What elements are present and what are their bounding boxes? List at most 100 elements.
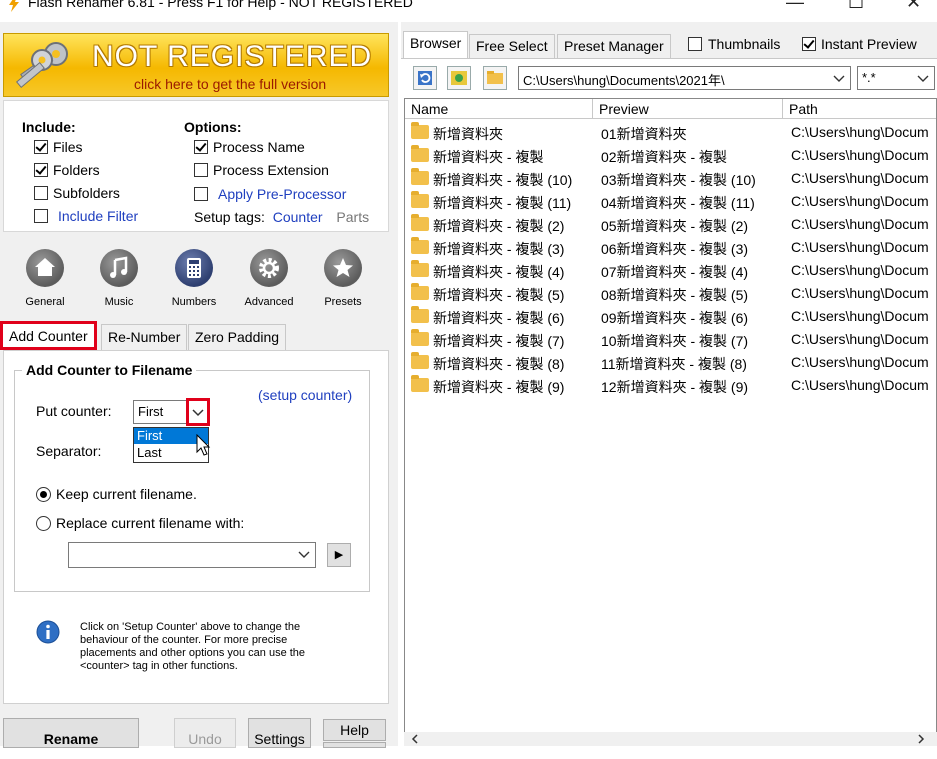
table-row[interactable]: 新增資料夾 - 複製 (2) 05新增資料夾 - 複製 (2) C:\Users\h… — [405, 213, 936, 236]
keep-filename-radio[interactable]: Keep current filename. — [36, 486, 197, 502]
cell-path: C:\Users\hung\Docum — [791, 285, 929, 301]
column-header-name[interactable]: Name — [405, 99, 593, 119]
tab-free-select[interactable]: Free Select — [469, 34, 555, 58]
cell-path: C:\Users\hung\Docum — [791, 193, 929, 209]
parts-tag-link[interactable]: Parts — [336, 209, 369, 225]
cell-preview: 05新增資料夾 - 複製 (2) — [601, 218, 749, 234]
put-counter-value: First — [138, 404, 164, 419]
banner-subtitle[interactable]: click here to get the full version — [134, 76, 326, 92]
tab-add-counter[interactable]: Add Counter — [0, 321, 97, 350]
process-name-checkbox[interactable]: Process Name — [194, 139, 305, 155]
file-list[interactable]: Name Preview Path 新增資料夾 01新增資料夾 C:\Users\h… — [404, 98, 937, 738]
folders-checkbox[interactable]: Folders — [34, 162, 100, 178]
undo-button[interactable]: Undo — [174, 718, 236, 748]
sync-folder-button[interactable] — [447, 66, 471, 90]
table-row[interactable]: 新增資料夾 - 複製 (5) 08新增資料夾 - 複製 (5) C:\Users\h… — [405, 282, 936, 305]
table-row[interactable]: 新增資料夾 - 複製 (3) 06新增資料夾 - 複製 (3) C:\Users\h… — [405, 236, 936, 259]
replace-filename-combo[interactable] — [68, 542, 316, 568]
table-row[interactable]: 新增資料夾 - 複製 (4) 07新增資料夾 - 複製 (4) C:\Users\h… — [405, 259, 936, 282]
apply-preprocessor-checkbox[interactable]: Apply Pre-Processor — [194, 186, 346, 202]
chevron-down-icon — [192, 409, 204, 417]
folder-icon — [411, 237, 429, 254]
cell-preview: 11新增資料夾 - 複製 (8) — [601, 356, 747, 372]
folder-icon — [411, 260, 429, 277]
tab-browser[interactable]: Browser — [403, 31, 469, 58]
cell-name: 新增資料夾 - 複製 (10) — [433, 172, 573, 188]
register-banner[interactable]: NOT REGISTERED click here to get the ful… — [3, 33, 389, 97]
table-row[interactable]: 新增資料夾 - 複製 (6) 09新增資料夾 - 複製 (6) C:\Users\h… — [405, 305, 936, 328]
setup-counter-link[interactable]: (setup counter) — [258, 387, 352, 403]
cell-path: C:\Users\hung\Docum — [791, 377, 929, 393]
cell-path: C:\Users\hung\Docum — [791, 262, 929, 278]
include-filter-checkbox[interactable]: Include Filter — [34, 208, 138, 224]
cell-path: C:\Users\hung\Docum — [791, 331, 929, 347]
process-extension-checkbox[interactable]: Process Extension — [194, 162, 329, 178]
table-row[interactable]: 新增資料夾 - 複製 (7) 10新增資料夾 - 複製 (7) C:\Users\h… — [405, 328, 936, 351]
cell-name: 新增資料夾 — [433, 126, 503, 142]
replace-filename-radio[interactable]: Replace current filename with: — [36, 515, 244, 531]
table-row[interactable]: 新增資料夾 - 複製 (8) 11新增資料夾 - 複製 (8) C:\Users\h… — [405, 351, 936, 374]
dropdown-arrow-button[interactable] — [186, 398, 210, 426]
cell-preview: 01新增資料夾 — [601, 126, 687, 142]
toolbar-presets[interactable]: Presets — [308, 249, 378, 308]
column-header-path[interactable]: Path — [783, 99, 936, 119]
checkbox-unchecked-icon — [34, 209, 48, 223]
chevron-down-icon — [298, 551, 310, 558]
table-row[interactable]: 新增資料夾 - 複製 (11) 04新增資料夾 - 複製 (11) C:\Users… — [405, 190, 936, 213]
thumbnails-checkbox[interactable]: Thumbnails — [688, 36, 780, 52]
column-header-preview[interactable]: Preview — [593, 99, 783, 119]
rename-button[interactable]: Rename — [3, 718, 139, 748]
maximize-button[interactable]: ☐ — [848, 0, 864, 13]
refresh-button[interactable] — [413, 66, 437, 90]
folder-icon — [487, 71, 503, 84]
table-row[interactable]: 新增資料夾 01新增資料夾 C:\Users\hung\Docum — [405, 121, 936, 144]
folder-icon — [411, 168, 429, 185]
mouse-cursor-icon — [196, 434, 211, 456]
insert-tag-button[interactable]: ▶ — [327, 543, 351, 567]
help-button[interactable]: Help — [323, 719, 386, 741]
table-row[interactable]: 新增資料夾 - 複製 (9) 12新增資料夾 - 複製 (9) C:\Users\h… — [405, 374, 936, 397]
checkbox-unchecked-icon — [688, 37, 702, 51]
toolbar-label: Presets — [324, 296, 362, 308]
instant-preview-checkbox[interactable]: Instant Preview — [802, 36, 917, 52]
open-folder-button[interactable] — [483, 66, 507, 90]
minimize-button[interactable]: — — [786, 0, 804, 13]
toolbar-label: General — [25, 296, 65, 308]
options-box: Include: Files Folders Subfolders Includ… — [3, 100, 389, 232]
path-combo[interactable]: C:\Users\hung\Documents\2021年\ — [518, 66, 851, 90]
toolbar-advanced[interactable]: Advanced — [234, 249, 304, 308]
keys-icon — [15, 42, 68, 89]
folder-icon — [411, 145, 429, 162]
cell-name: 新增資料夾 - 複製 (4) — [433, 264, 565, 280]
settings-button[interactable]: Settings — [248, 718, 311, 748]
table-row[interactable]: 新增資料夾 - 複製 (10) 03新增資料夾 - 複製 (10) C:\Users… — [405, 167, 936, 190]
instant-preview-label: Instant Preview — [821, 36, 917, 52]
table-row[interactable]: 新增資料夾 - 複製 02新增資料夾 - 複製 C:\Users\hung\Docu… — [405, 144, 936, 167]
include-filter-link[interactable]: Include Filter — [58, 208, 138, 224]
thumbnails-label: Thumbnails — [708, 36, 781, 52]
subfolders-checkbox[interactable]: Subfolders — [34, 185, 120, 201]
chevron-down-icon — [833, 75, 845, 82]
scroll-right-icon[interactable] — [916, 734, 926, 744]
tab-re-number[interactable]: Re-Number — [101, 324, 188, 350]
toolbar-music[interactable]: Music — [84, 249, 154, 308]
cell-path: C:\Users\hung\Docum — [791, 239, 929, 255]
info-text: Click on 'Setup Counter' above to change… — [80, 621, 305, 673]
cell-name: 新增資料夾 - 複製 (3) — [433, 241, 565, 257]
filter-combo[interactable]: *.* — [857, 66, 935, 90]
close-button[interactable]: ✕ — [906, 0, 921, 13]
separator-label: Separator: — [36, 443, 102, 459]
folder-icon — [411, 352, 429, 369]
tab-preset-manager[interactable]: Preset Manager — [557, 34, 671, 58]
folder-icon — [411, 214, 429, 231]
setup-tags-label: Setup tags: — [194, 209, 265, 225]
toolbar-general[interactable]: General — [10, 249, 80, 308]
apply-preprocessor-link[interactable]: Apply Pre-Processor — [218, 186, 346, 202]
secondary-button[interactable] — [323, 742, 386, 748]
counter-tag-link[interactable]: Counter — [273, 209, 323, 225]
horizontal-scrollbar[interactable] — [404, 732, 937, 746]
files-checkbox[interactable]: Files — [34, 139, 83, 155]
scroll-left-icon[interactable] — [410, 734, 420, 744]
toolbar-numbers[interactable]: Numbers — [159, 249, 229, 308]
tab-zero-padding[interactable]: Zero Padding — [188, 324, 287, 350]
